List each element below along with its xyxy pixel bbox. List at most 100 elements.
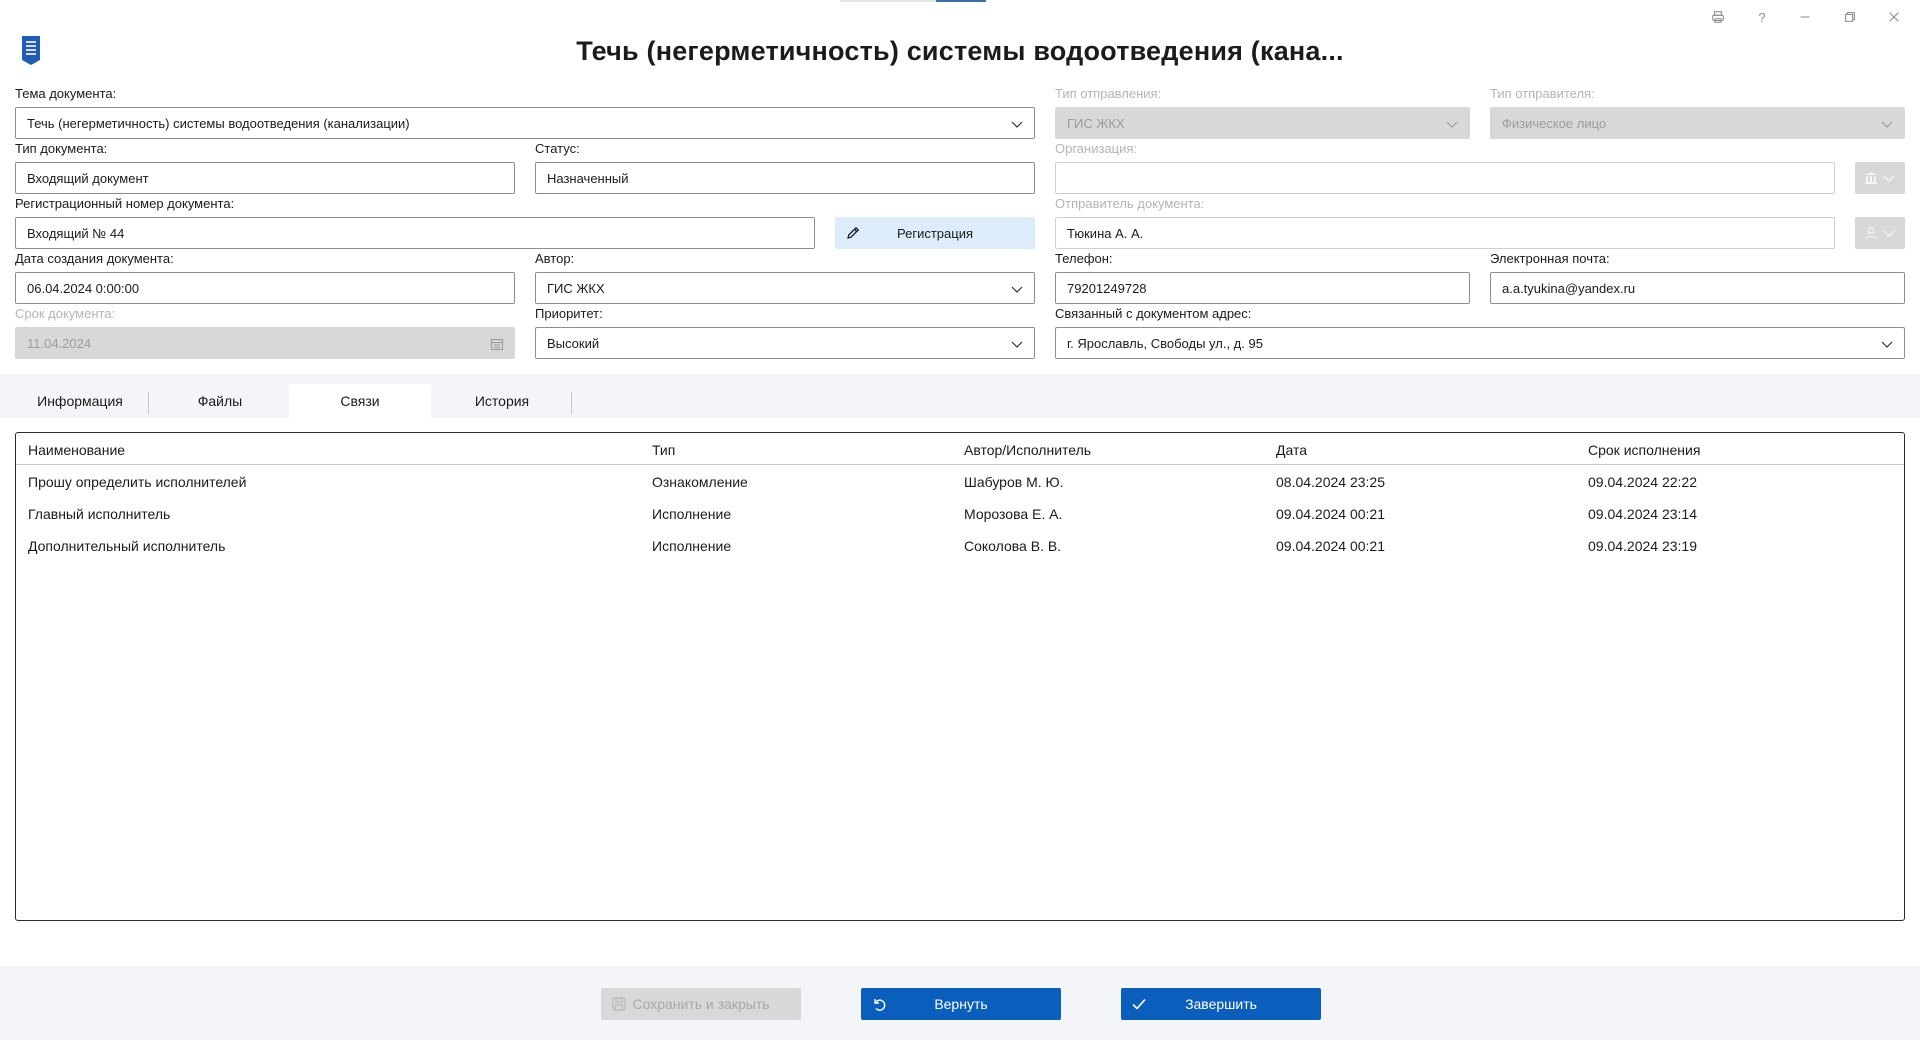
author-value: ГИС ЖКХ: [547, 280, 605, 296]
sender-label: Отправитель документа:: [1055, 196, 1205, 211]
reg-number-field[interactable]: Входящий № 44: [15, 217, 815, 249]
print-icon[interactable]: [1706, 6, 1730, 28]
return-label: Вернуть: [934, 996, 988, 1012]
column-header-due[interactable]: Срок исполнения: [1588, 442, 1700, 458]
phone-label: Телефон:: [1055, 251, 1113, 266]
organization-picker-button: [1855, 162, 1905, 194]
organization-field: [1055, 162, 1835, 194]
chevron-down-icon: [1446, 121, 1458, 128]
status-value: Назначенный: [547, 170, 629, 186]
tab-information[interactable]: Информация: [20, 384, 140, 418]
sender-picker-button: [1855, 217, 1905, 249]
column-header-author[interactable]: Автор/Исполнитель: [964, 442, 1091, 458]
subject-label: Тема документа:: [15, 86, 117, 101]
created-field[interactable]: 06.04.2024 0:00:00: [15, 272, 515, 304]
deadline-label: Срок документа:: [15, 306, 116, 321]
footer-bar: Сохранить и закрыть Вернуть Завершить: [0, 966, 1920, 1040]
doc-type-value: Входящий документ: [27, 170, 149, 186]
subject-select[interactable]: Течь (негерметичность) системы водоотвед…: [15, 107, 1035, 139]
return-button[interactable]: Вернуть: [861, 988, 1061, 1020]
cell-name: Главный исполнитель: [28, 506, 171, 522]
priority-value: Высокий: [547, 335, 600, 351]
email-field[interactable]: a.a.tyukina@yandex.ru: [1490, 272, 1905, 304]
close-icon[interactable]: [1882, 6, 1906, 28]
complete-button[interactable]: Завершить: [1121, 988, 1321, 1020]
priority-label: Приоритет:: [535, 306, 603, 321]
cell-date: 09.04.2024 00:21: [1276, 506, 1385, 522]
cell-name: Прошу определить исполнителей: [28, 474, 247, 490]
chevron-down-icon: [1011, 121, 1023, 128]
table-row[interactable]: Дополнительный исполнитель Исполнение Со…: [16, 529, 1904, 561]
tab-links-label: Связи: [340, 393, 380, 409]
cell-date: 08.04.2024 23:25: [1276, 474, 1385, 490]
register-button[interactable]: Регистрация: [835, 217, 1035, 249]
deadline-value: 11.04.2024: [27, 335, 92, 351]
cell-type: Исполнение: [652, 506, 732, 522]
doc-type-field[interactable]: Входящий документ: [15, 162, 515, 194]
calendar-icon: [490, 338, 504, 351]
created-value: 06.04.2024 0:00:00: [27, 280, 140, 296]
author-label: Автор:: [535, 251, 575, 266]
help-glyph: ?: [1758, 9, 1766, 25]
send-type-label: Тип отправления:: [1055, 86, 1162, 101]
address-select[interactable]: г. Ярославль, Свободы ул., д. 95: [1055, 327, 1905, 359]
sender-type-label: Тип отправителя:: [1490, 86, 1595, 101]
links-table: Наименование Тип Автор/Исполнитель Дата …: [15, 432, 1905, 921]
column-header-date[interactable]: Дата: [1276, 442, 1307, 458]
cell-author: Морозова Е. А.: [964, 506, 1063, 522]
cell-due: 09.04.2024 23:19: [1588, 538, 1697, 554]
chevron-down-icon: [1011, 286, 1023, 293]
cell-date: 09.04.2024 00:21: [1276, 538, 1385, 554]
address-value: г. Ярославль, Свободы ул., д. 95: [1067, 335, 1263, 351]
tab-files[interactable]: Файлы: [160, 384, 280, 418]
status-label: Статус:: [535, 141, 580, 156]
complete-label: Завершить: [1185, 996, 1257, 1012]
cell-name: Дополнительный исполнитель: [28, 538, 226, 554]
chevron-down-icon: [1883, 230, 1895, 237]
tab-links[interactable]: Связи: [289, 384, 431, 418]
column-header-type[interactable]: Тип: [652, 442, 675, 458]
email-value: a.a.tyukina@yandex.ru: [1502, 280, 1636, 296]
tab-divider: [571, 392, 572, 414]
help-icon[interactable]: ?: [1750, 6, 1774, 28]
minimize-icon[interactable]: [1793, 6, 1817, 28]
reg-number-value: Входящий № 44: [27, 225, 125, 241]
column-header-name[interactable]: Наименование: [28, 442, 125, 458]
reg-number-label: Регистрационный номер документа:: [15, 196, 235, 211]
created-label: Дата создания документа:: [15, 251, 174, 266]
table-row[interactable]: Прошу определить исполнителей Ознакомлен…: [16, 465, 1904, 497]
author-select[interactable]: ГИС ЖКХ: [535, 272, 1035, 304]
subject-value: Течь (негерметичность) системы водоотвед…: [27, 115, 410, 131]
bank-icon: [1865, 172, 1877, 184]
tab-information-label: Информация: [37, 393, 123, 409]
cell-author: Соколова В. В.: [964, 538, 1062, 554]
send-type-value: ГИС ЖКХ: [1067, 115, 1125, 131]
save-close-button: Сохранить и закрыть: [601, 988, 801, 1020]
email-label: Электронная почта:: [1490, 251, 1610, 266]
page-title: Течь (негерметичность) системы водоотвед…: [576, 36, 1344, 66]
address-label: Связанный с документом адрес:: [1055, 306, 1252, 321]
restore-icon[interactable]: [1838, 6, 1862, 28]
sender-type-select: Физическое лицо: [1490, 107, 1905, 139]
chevron-down-icon: [1011, 341, 1023, 348]
table-header: Наименование Тип Автор/Исполнитель Дата …: [16, 433, 1904, 465]
tab-history-label: История: [474, 393, 530, 409]
tab-history[interactable]: История: [442, 384, 562, 418]
phone-field[interactable]: 79201249728: [1055, 272, 1470, 304]
doc-type-label: Тип документа:: [15, 141, 108, 156]
cell-author: Шабуров М. Ю.: [964, 474, 1064, 490]
save-close-label: Сохранить и закрыть: [632, 996, 770, 1012]
cell-type: Исполнение: [652, 538, 732, 554]
organization-label: Организация:: [1055, 141, 1138, 156]
cell-due: 09.04.2024 22:22: [1588, 474, 1697, 490]
sender-value: Тюкина А. А.: [1067, 225, 1144, 241]
priority-select[interactable]: Высокий: [535, 327, 1035, 359]
sender-type-value: Физическое лицо: [1502, 115, 1607, 131]
register-button-label: Регистрация: [897, 225, 973, 241]
table-row[interactable]: Главный исполнитель Исполнение Морозова …: [16, 497, 1904, 529]
cell-type: Ознакомление: [652, 474, 748, 490]
sender-field: Тюкина А. А.: [1055, 217, 1835, 249]
send-type-select: ГИС ЖКХ: [1055, 107, 1470, 139]
status-field[interactable]: Назначенный: [535, 162, 1035, 194]
chevron-down-icon: [1881, 121, 1893, 128]
